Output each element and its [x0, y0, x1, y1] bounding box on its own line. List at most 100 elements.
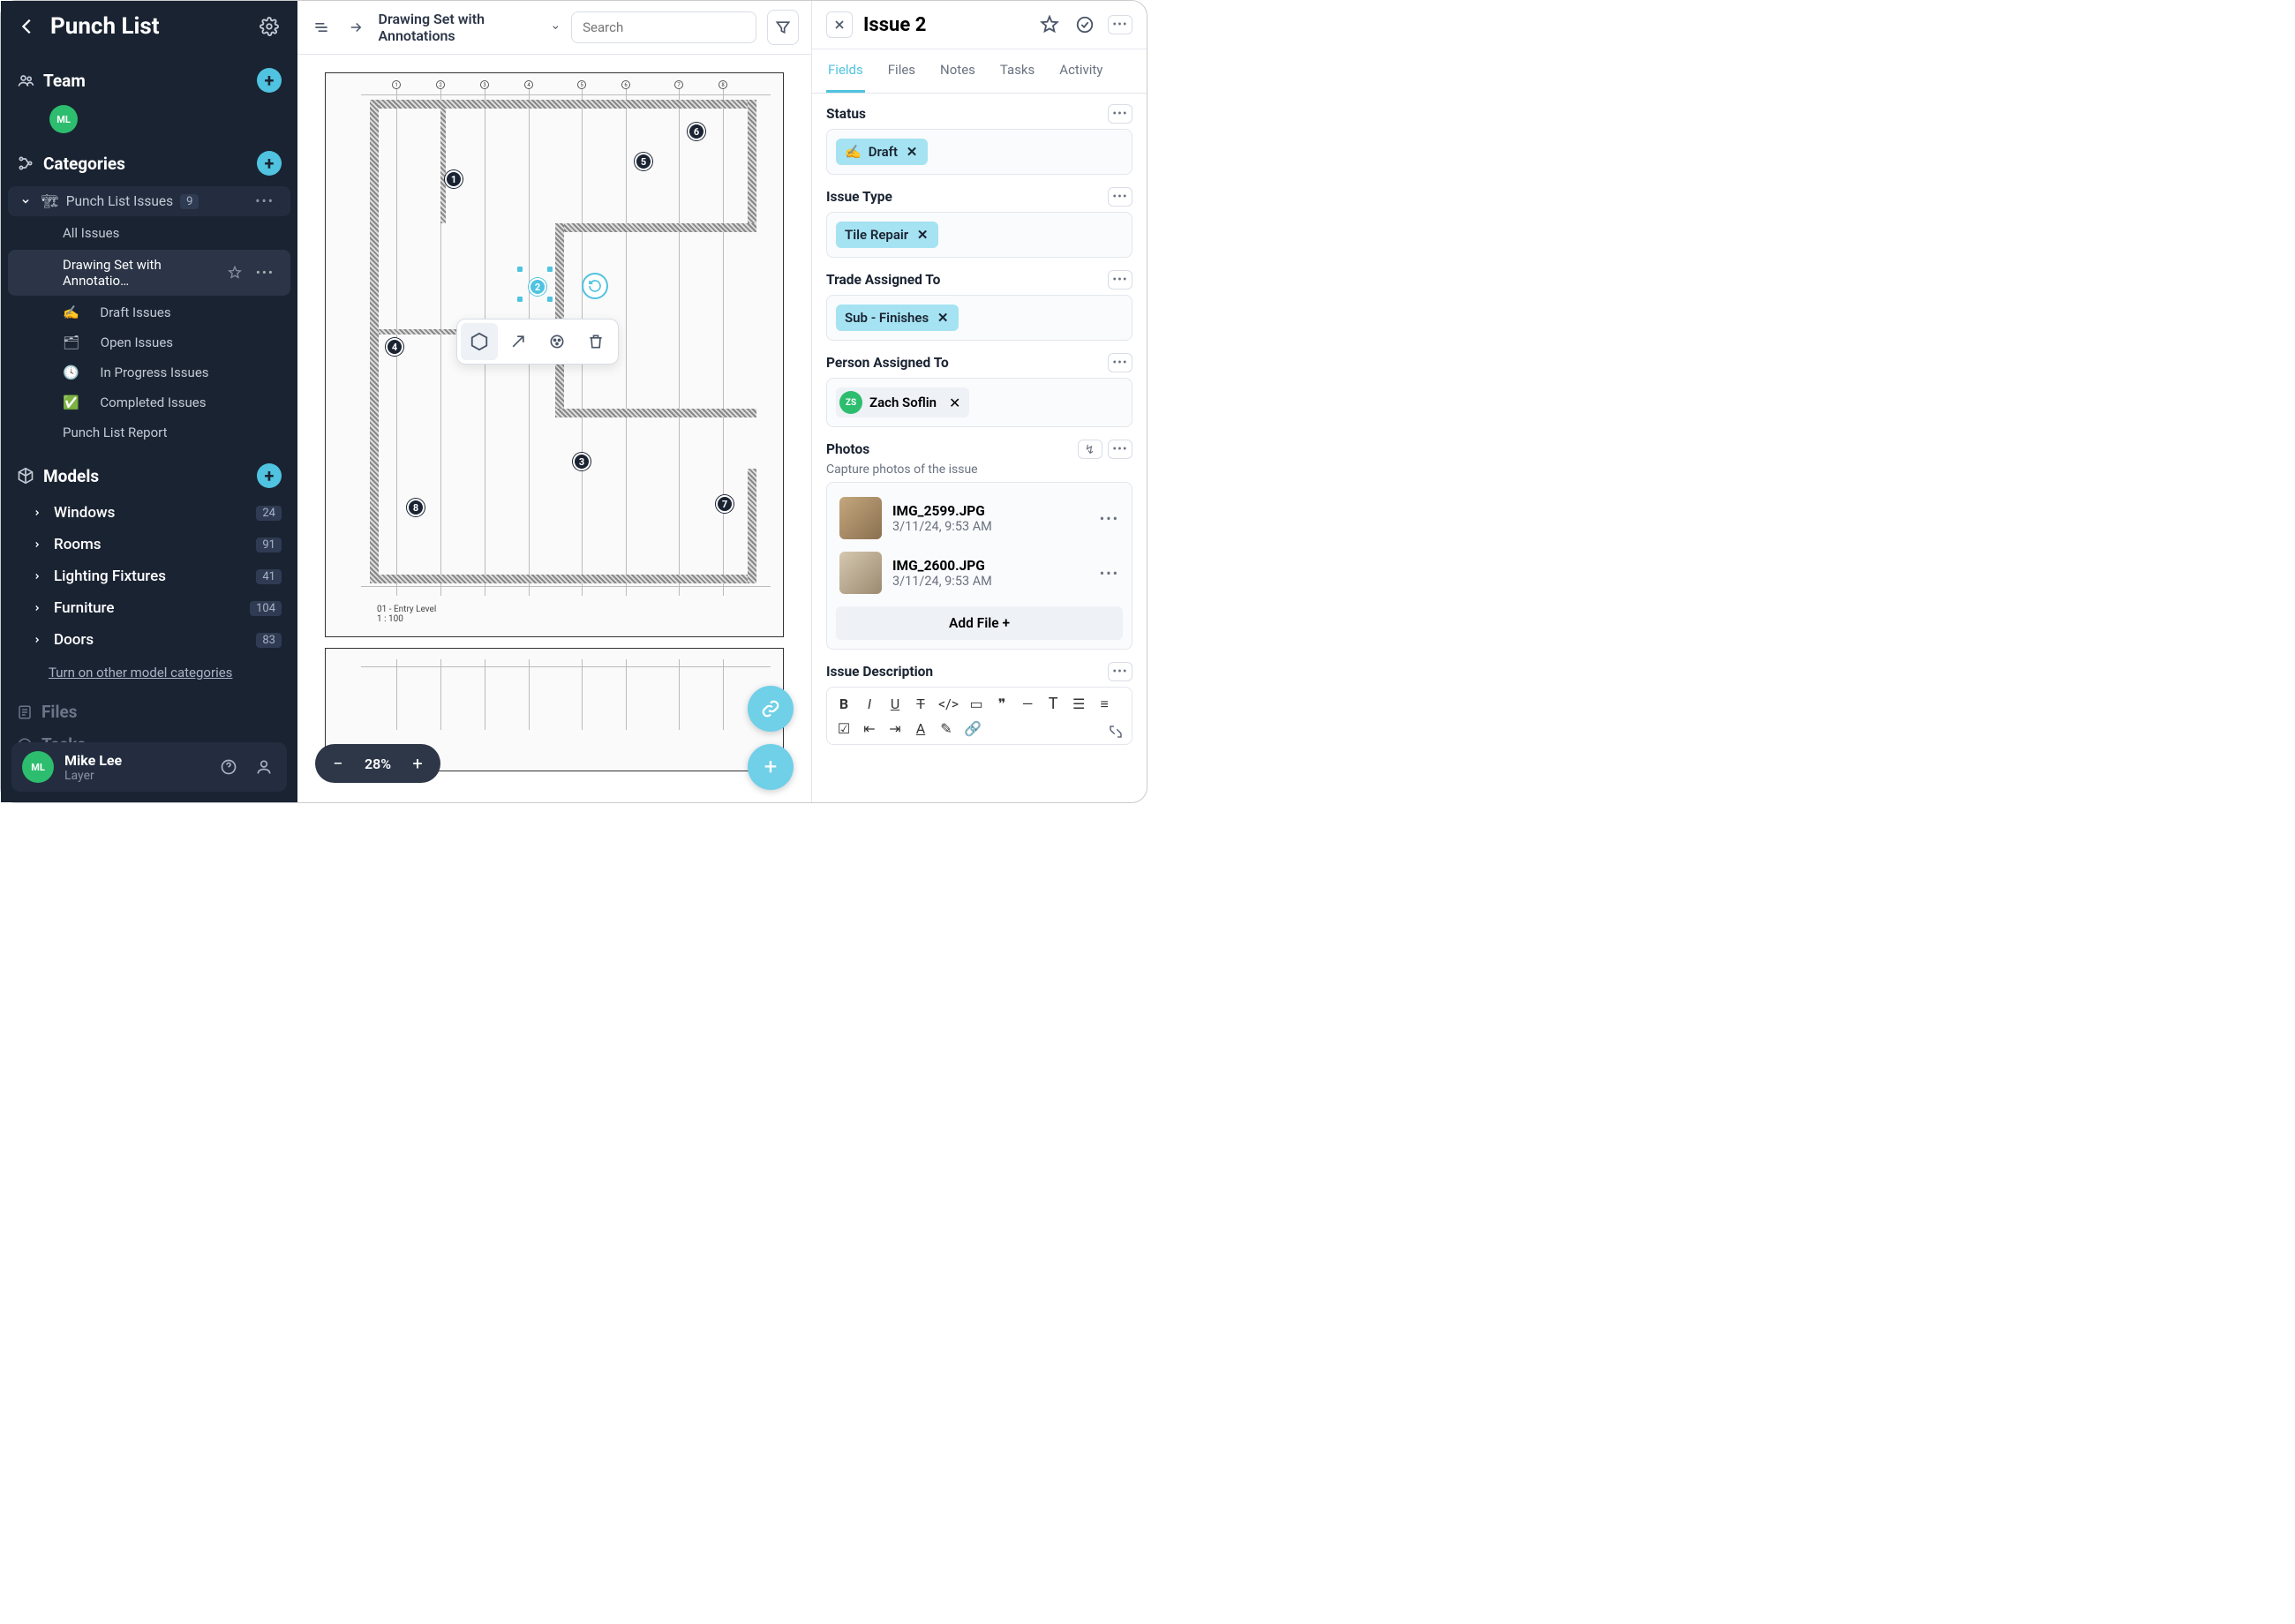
strike-button[interactable]: T: [913, 695, 929, 712]
indent-button[interactable]: ⇥: [887, 720, 903, 737]
pin-tool-button[interactable]: [461, 323, 498, 360]
drawing-viewport[interactable]: 12345678 01 - Entry Level1 : 100 1: [297, 55, 811, 802]
close-panel-button[interactable]: [826, 11, 853, 38]
description-more[interactable]: •••: [1108, 662, 1132, 681]
files-section-label[interactable]: Files: [41, 702, 78, 722]
issue-pin-4[interactable]: 4: [386, 338, 403, 356]
codeblock-button[interactable]: ▭: [968, 695, 984, 712]
sidebar-item-report[interactable]: Punch List Report: [1, 417, 297, 447]
text-color-button[interactable]: A: [913, 720, 929, 737]
add-file-button[interactable]: Add File +: [836, 606, 1123, 640]
sidebar-item-all-issues[interactable]: All Issues: [1, 218, 297, 248]
link-fab[interactable]: [748, 686, 794, 732]
more-button[interactable]: •••: [1108, 15, 1132, 34]
trade-field[interactable]: Sub - Finishes✕: [826, 295, 1132, 341]
drawing-sheet[interactable]: 12345678 01 - Entry Level1 : 100 1: [325, 72, 784, 637]
issue-pin-2[interactable]: 2: [529, 278, 546, 296]
person-more[interactable]: •••: [1108, 353, 1132, 372]
model-doors[interactable]: Doors83: [1, 624, 297, 656]
sidebar-item-in-progress[interactable]: 🕓 In Progress Issues: [1, 357, 297, 387]
tab-tasks[interactable]: Tasks: [998, 49, 1036, 93]
close-icon[interactable]: ✕: [949, 395, 960, 411]
photo-item[interactable]: IMG_2600.JPG3/11/24, 9:53 AM •••: [836, 546, 1123, 599]
color-tool-button[interactable]: [538, 323, 576, 360]
model-furniture[interactable]: Furniture104: [1, 592, 297, 624]
underline-button[interactable]: U: [887, 695, 903, 712]
close-icon[interactable]: ✕: [915, 228, 929, 242]
code-button[interactable]: </>: [938, 695, 959, 712]
person-field[interactable]: ZSZach Soflin✕: [826, 378, 1132, 427]
tab-notes[interactable]: Notes: [938, 49, 977, 93]
tab-activity[interactable]: Activity: [1057, 49, 1104, 93]
outdent-button[interactable]: ⇤: [862, 720, 877, 737]
team-avatar[interactable]: ML: [49, 105, 78, 133]
arrow-tool-button[interactable]: [500, 323, 537, 360]
photo-item[interactable]: IMG_2599.JPG3/11/24, 9:53 AM •••: [836, 492, 1123, 545]
profile-button[interactable]: [252, 755, 276, 779]
hr-button[interactable]: ―: [1020, 695, 1035, 712]
tab-fields[interactable]: Fields: [826, 49, 865, 93]
filter-button[interactable]: [767, 10, 799, 45]
italic-button[interactable]: I: [862, 695, 877, 712]
text-size-button[interactable]: T: [1045, 695, 1061, 713]
issue-pin-8[interactable]: 8: [407, 499, 425, 516]
more-icon[interactable]: •••: [256, 265, 275, 281]
user-name: Mike Lee: [64, 752, 206, 769]
tab-files[interactable]: Files: [886, 49, 917, 93]
zoom-out-button[interactable]: −: [327, 753, 349, 774]
bold-button[interactable]: B: [836, 695, 852, 712]
model-lighting[interactable]: Lighting Fixtures41: [1, 560, 297, 592]
breadcrumb[interactable]: Drawing Set with Annotations: [379, 11, 561, 44]
settings-button[interactable]: [257, 14, 282, 39]
issue-pin-6[interactable]: 6: [688, 123, 705, 140]
more-icon[interactable]: •••: [255, 193, 275, 209]
zoom-in-button[interactable]: +: [407, 753, 428, 774]
expand-editor-button[interactable]: [1109, 725, 1125, 739]
status-more[interactable]: •••: [1108, 104, 1132, 124]
photo-more[interactable]: •••: [1100, 565, 1119, 582]
sidebar-item-drawing-annotations[interactable]: Drawing Set with Annotatio… •••: [8, 250, 290, 296]
forward-button[interactable]: [344, 14, 368, 41]
photo-more[interactable]: •••: [1100, 510, 1119, 527]
person-label: Person Assigned To: [826, 355, 1108, 371]
photos-more[interactable]: •••: [1108, 440, 1132, 459]
sidebar-item-open[interactable]: 🗂 Open Issues: [1, 327, 297, 357]
back-button[interactable]: [17, 16, 38, 37]
add-category-button[interactable]: +: [257, 151, 282, 176]
photos-ai-button[interactable]: ↯: [1078, 440, 1102, 459]
add-team-button[interactable]: +: [257, 68, 282, 93]
quote-button[interactable]: ❞: [994, 695, 1010, 712]
model-rooms[interactable]: Rooms91: [1, 529, 297, 560]
search-input[interactable]: [571, 11, 756, 43]
highlight-button[interactable]: ✎: [938, 720, 954, 737]
status-field[interactable]: ✍️Draft✕: [826, 129, 1132, 175]
close-icon[interactable]: ✕: [905, 145, 919, 159]
issue-pin-7[interactable]: 7: [716, 495, 734, 513]
rotate-handle[interactable]: [582, 273, 608, 299]
turn-on-categories-link[interactable]: Turn on other model categories: [1, 656, 297, 689]
checklist-button[interactable]: ☑: [836, 720, 852, 737]
issue-type-field[interactable]: Tile Repair✕: [826, 212, 1132, 258]
add-fab[interactable]: +: [748, 744, 794, 790]
menu-button[interactable]: [310, 14, 334, 41]
close-icon[interactable]: ✕: [936, 311, 950, 325]
sidebar-item-draft[interactable]: ✍️ Draft Issues: [1, 297, 297, 327]
issue-pin-1[interactable]: 1: [445, 170, 463, 188]
issue-pin-3[interactable]: 3: [573, 453, 591, 470]
star-icon[interactable]: [228, 266, 242, 280]
trade-more[interactable]: •••: [1108, 270, 1132, 289]
issue-type-more[interactable]: •••: [1108, 187, 1132, 207]
bullet-list-button[interactable]: ≡: [1096, 695, 1112, 713]
sidebar-item-completed[interactable]: ✅ Completed Issues: [1, 387, 297, 417]
user-avatar[interactable]: ML: [22, 751, 54, 783]
star-button[interactable]: [1037, 12, 1062, 37]
link-button[interactable]: 🔗: [964, 720, 982, 737]
add-model-button[interactable]: +: [257, 463, 282, 488]
category-punch-list-issues[interactable]: 🏗Punch List Issues9 •••: [8, 186, 290, 216]
checkmark-button[interactable]: [1072, 12, 1097, 37]
model-windows[interactable]: Windows24: [1, 497, 297, 529]
delete-tool-button[interactable]: [577, 323, 614, 360]
help-button[interactable]: [216, 755, 241, 779]
ordered-list-button[interactable]: ☰: [1071, 695, 1087, 712]
issue-pin-5[interactable]: 5: [635, 153, 652, 170]
